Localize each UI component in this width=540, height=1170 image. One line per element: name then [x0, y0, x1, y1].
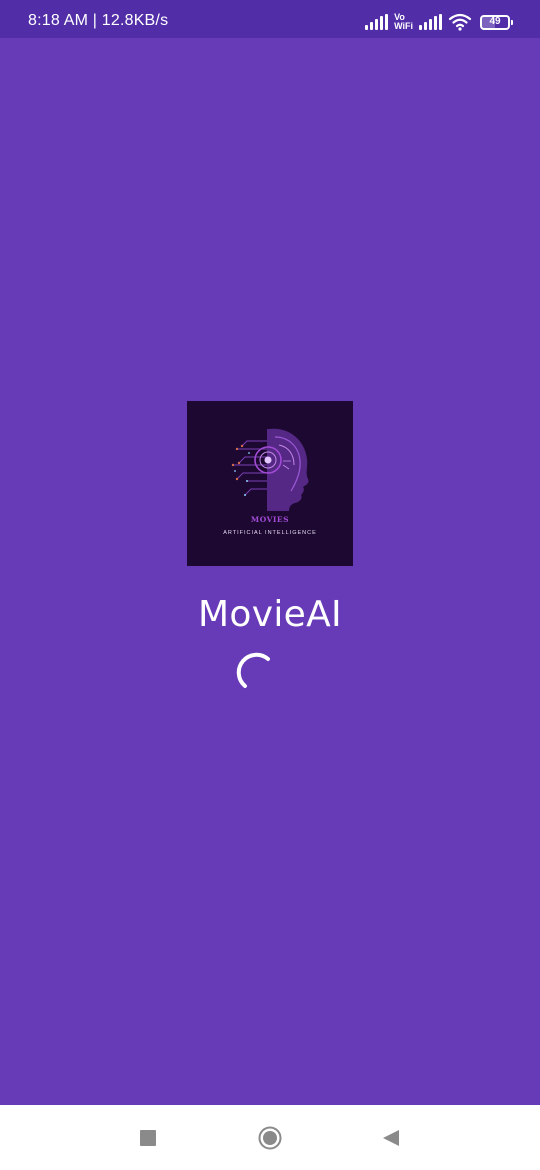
battery-level-text: 49 — [489, 15, 501, 27]
home-circle-icon[interactable] — [258, 1126, 282, 1150]
app-logo: MOVIES ARTIFICIAL INTELLIGENCE — [187, 401, 353, 566]
battery-icon: 49 — [480, 14, 513, 30]
logo-tagline: ARTIFICIAL INTELLIGENCE — [223, 530, 317, 536]
vowifi-icon: Vo WiFi — [394, 13, 413, 31]
recents-square-icon[interactable] — [140, 1130, 156, 1146]
status-bar: 8:18 AM | 12.8KB/s Vo WiFi 49 — [0, 0, 540, 38]
signal-icon — [365, 14, 389, 30]
app-title: MovieAI — [198, 594, 342, 635]
logo-brand-text: MOVIES — [250, 515, 290, 524]
status-icons: Vo WiFi 49 — [365, 10, 513, 34]
signal-icon — [419, 14, 442, 30]
wifi-icon — [448, 13, 472, 31]
loading-spinner-icon — [236, 652, 270, 688]
navigation-bar — [0, 1105, 540, 1170]
ai-head-graphic — [231, 428, 309, 511]
vowifi-bottom-label: WiFi — [394, 21, 413, 31]
status-time-speed: 8:18 AM | 12.8KB/s — [28, 12, 169, 29]
back-triangle-icon[interactable] — [381, 1128, 401, 1148]
